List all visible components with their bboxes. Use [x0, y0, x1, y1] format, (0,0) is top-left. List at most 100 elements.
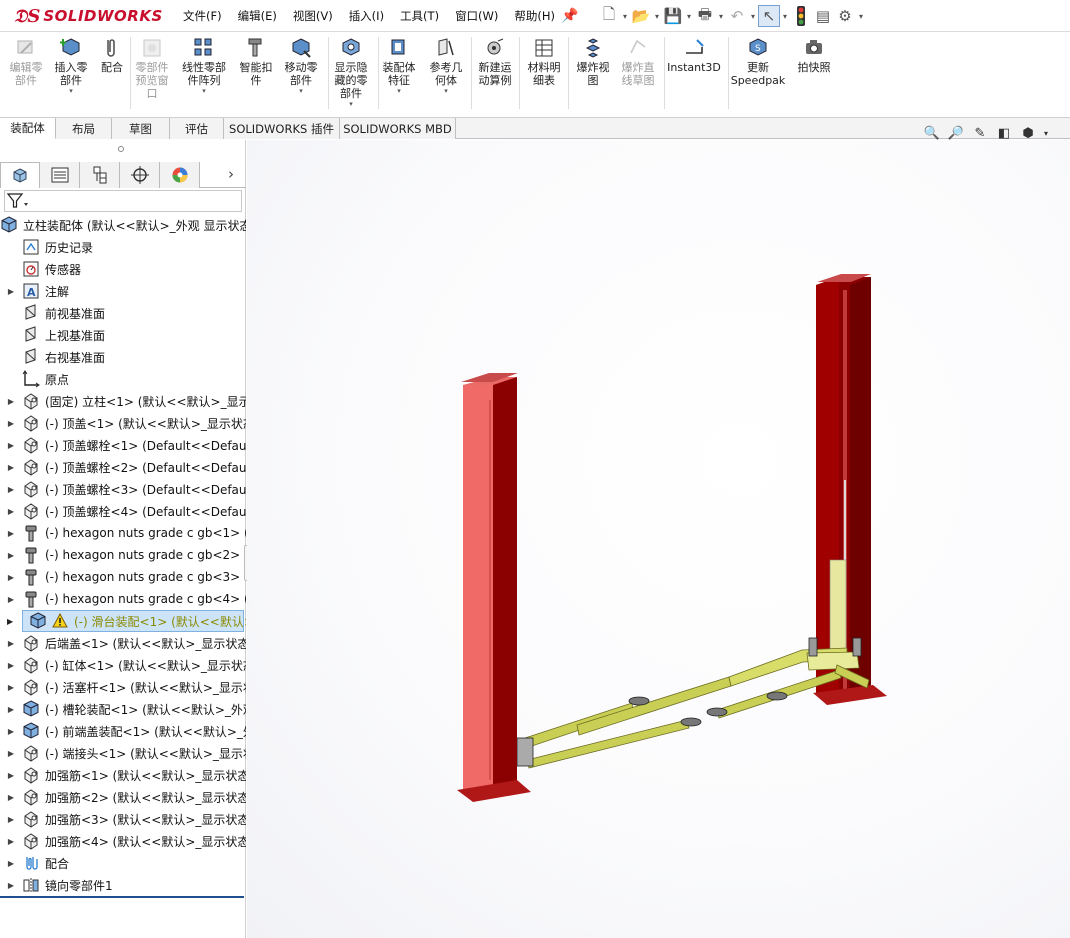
menu-item[interactable]: 工具(T) — [400, 8, 439, 24]
tab-2[interactable]: 草图 — [112, 118, 170, 139]
tree-item[interactable]: ▶ (-) hexagon nuts grade c gb<1> ( — [0, 522, 246, 544]
expand-arrow-icon[interactable]: ▶ — [6, 397, 16, 406]
menu-item[interactable]: 插入(I) — [349, 8, 384, 24]
tree-item[interactable]: 原点 — [0, 368, 246, 390]
options-icon[interactable]: ⚙ — [834, 5, 856, 27]
tree-item[interactable]: ▶ 后端盖<1> (默认<<默认>_显示状态 — [0, 632, 246, 654]
tab-3[interactable]: 评估 — [170, 118, 224, 139]
print-icon[interactable]: 🖶 — [694, 5, 716, 27]
tree-item[interactable]: ▶ (-) 顶盖螺栓<3> (Default<<Default> — [0, 478, 246, 500]
tab-5[interactable]: SOLIDWORKS MBD — [340, 118, 456, 139]
tree-item[interactable]: ▶ (-) 槽轮装配<1> (默认<<默认>_外观 — [0, 698, 246, 720]
ribbon-button-bom[interactable]: 材料明 细表 — [522, 37, 566, 87]
expand-arrow-icon[interactable]: ▶ — [6, 815, 16, 824]
pin-menu-icon[interactable]: 📌 — [561, 8, 578, 24]
ribbon-button-component-preview[interactable]: 零部件 预览窗 口 — [130, 37, 174, 100]
expand-arrow-icon[interactable]: ▶ — [6, 551, 16, 560]
tree-item[interactable]: 前视基准面 — [0, 302, 246, 324]
menu-item[interactable]: 窗口(W) — [455, 8, 498, 24]
menu-item[interactable]: 文件(F) — [183, 8, 222, 24]
tree-item[interactable]: ▶ 镜向零部件1 — [0, 874, 246, 894]
save-dropdown-icon[interactable]: ▾ — [684, 5, 694, 27]
expand-arrow-icon[interactable]: ▶ — [6, 287, 16, 296]
tab-0[interactable]: 装配体 — [0, 118, 56, 139]
property-manager-tab[interactable] — [40, 162, 80, 188]
save-icon[interactable]: 💾 — [662, 5, 684, 27]
open-dropdown-icon[interactable]: ▾ — [652, 5, 662, 27]
new-dropdown-icon[interactable]: ▾ — [620, 5, 630, 27]
solidworks-logo[interactable]: 𝔇S SOLIDWORKS — [14, 3, 163, 29]
expand-arrow-icon[interactable]: ▶ — [6, 419, 16, 428]
tree-item[interactable]: ▶ (-) 顶盖螺栓<2> (Default<<Default> — [0, 456, 246, 478]
ribbon-button-show-hidden[interactable]: 显示隐 藏的零 部件 ▾ — [329, 37, 373, 108]
tree-item[interactable]: ▶ (-) 端接头<1> (默认<<默认>_显示状态 — [0, 742, 246, 764]
ribbon-button-reference-geometry[interactable]: 参考几 何体 ▾ — [424, 37, 468, 95]
ribbon-button-insert-component[interactable]: 插入零 部件 ▾ — [49, 37, 93, 95]
ribbon-dropdown-icon[interactable]: ▾ — [299, 87, 303, 95]
expand-arrow-icon[interactable]: ▶ — [6, 507, 16, 516]
tree-item[interactable]: ▶ 加强筋<1> (默认<<默认>_显示状态 — [0, 764, 246, 786]
expand-arrow-icon[interactable]: ▶ — [6, 595, 16, 604]
ribbon-dropdown-icon[interactable]: ▾ — [349, 100, 353, 108]
ribbon-button-motion-study[interactable]: 新建运 动算例 — [473, 37, 517, 87]
ribbon-button-snapshot[interactable]: 拍快照 — [792, 37, 836, 74]
expand-arrow-icon[interactable]: ▶ — [6, 441, 16, 450]
ribbon-dropdown-icon[interactable]: ▾ — [444, 87, 448, 95]
expand-arrow-icon[interactable]: ▶ — [6, 683, 16, 692]
file-properties-icon[interactable]: ▤ — [812, 5, 834, 27]
expand-arrow-icon[interactable]: ▶ — [7, 617, 13, 626]
tree-item[interactable]: ▶ (-) hexagon nuts grade c gb<4> ( — [0, 588, 246, 610]
expand-arrow-icon[interactable]: ▶ — [6, 463, 16, 472]
tree-item[interactable]: ▶ (-) 顶盖螺栓<1> (Default<<Default> — [0, 434, 246, 456]
tree-item[interactable]: 传感器 — [0, 258, 246, 280]
tree-item[interactable]: ▶ 加强筋<2> (默认<<默认>_显示状态 — [0, 786, 246, 808]
tree-item[interactable]: ▶ (-) hexagon nuts grade c gb<3> ( — [0, 566, 246, 588]
tree-item[interactable]: ▶ (-) 活塞杆<1> (默认<<默认>_显示状态 — [0, 676, 246, 698]
select-icon[interactable]: ↖ — [758, 5, 780, 27]
tree-item[interactable]: ▶ (-) 顶盖螺栓<4> (Default<<Default> — [0, 500, 246, 522]
tree-item[interactable]: ▶ 加强筋<4> (默认<<默认>_显示状态 — [0, 830, 246, 852]
expand-arrow-icon[interactable]: ▶ — [6, 705, 16, 714]
open-icon[interactable]: 📂 — [630, 5, 652, 27]
tree-item[interactable]: ▶ (-) 前端盖装配<1> (默认<<默认>_外观 — [0, 720, 246, 742]
menu-item[interactable]: 视图(V) — [293, 8, 333, 24]
tree-filter[interactable] — [4, 190, 242, 212]
more-tabs-chevron-icon[interactable]: › — [228, 165, 234, 183]
ribbon-button-speedpak[interactable]: S 更新 Speedpak — [731, 37, 785, 87]
graphics-area[interactable] — [247, 140, 1070, 938]
tree-item[interactable]: ▶ 加强筋<3> (默认<<默认>_显示状态 — [0, 808, 246, 830]
ribbon-button-assembly-features[interactable]: 装配体 特征 ▾ — [377, 37, 421, 95]
ribbon-button-exploded-view[interactable]: 爆炸视 图 — [571, 37, 615, 87]
configuration-manager-tab[interactable] — [80, 162, 120, 188]
new-icon[interactable]: 🗋 — [598, 5, 620, 27]
feature-manager-tab[interactable] — [0, 162, 40, 188]
ribbon-button-mate[interactable]: 配合 — [90, 37, 134, 74]
display-manager-tab[interactable] — [160, 162, 200, 188]
ribbon-button-linear-pattern[interactable]: 线性零部 件阵列 ▾ — [182, 37, 226, 95]
expand-arrow-icon[interactable]: ▶ — [6, 661, 16, 670]
ribbon-dropdown-icon[interactable]: ▾ — [397, 87, 401, 95]
expand-arrow-icon[interactable]: ▶ — [6, 639, 16, 648]
tree-item[interactable]: ▶ (-) 顶盖<1> (默认<<默认>_显示状态 — [0, 412, 246, 434]
expand-arrow-icon[interactable]: ▶ — [6, 837, 16, 846]
expand-arrow-icon[interactable]: ▶ — [6, 573, 16, 582]
panel-collapse-handle[interactable] — [118, 146, 124, 152]
expand-arrow-icon[interactable]: ▶ — [6, 485, 16, 494]
select-dropdown-icon[interactable]: ▾ — [780, 5, 790, 27]
expand-arrow-icon[interactable]: ▶ — [6, 881, 16, 890]
rebuild-icon[interactable] — [790, 5, 812, 27]
tree-item[interactable]: 右视基准面 — [0, 346, 246, 368]
menu-item[interactable]: 帮助(H) — [514, 8, 555, 24]
tree-item[interactable]: 历史记录 — [0, 236, 246, 258]
expand-arrow-icon[interactable]: ▶ — [6, 859, 16, 868]
undo-icon[interactable]: ↶ — [726, 5, 748, 27]
tab-1[interactable]: 布局 — [56, 118, 112, 139]
ribbon-button-instant3d[interactable]: Instant3D — [667, 37, 721, 74]
undo-dropdown-icon[interactable]: ▾ — [748, 5, 758, 27]
tab-4[interactable]: SOLIDWORKS 插件 — [224, 118, 340, 139]
tree-item[interactable]: ▶ (-) 缸体<1> (默认<<默认>_显示状态 — [0, 654, 246, 676]
tree-item[interactable]: ▶ 配合 — [0, 852, 246, 874]
ribbon-button-explode-line-sketch[interactable]: 爆炸直 线草图 — [616, 37, 660, 87]
expand-arrow-icon[interactable]: ▶ — [6, 727, 16, 736]
expand-arrow-icon[interactable]: ▶ — [6, 749, 16, 758]
